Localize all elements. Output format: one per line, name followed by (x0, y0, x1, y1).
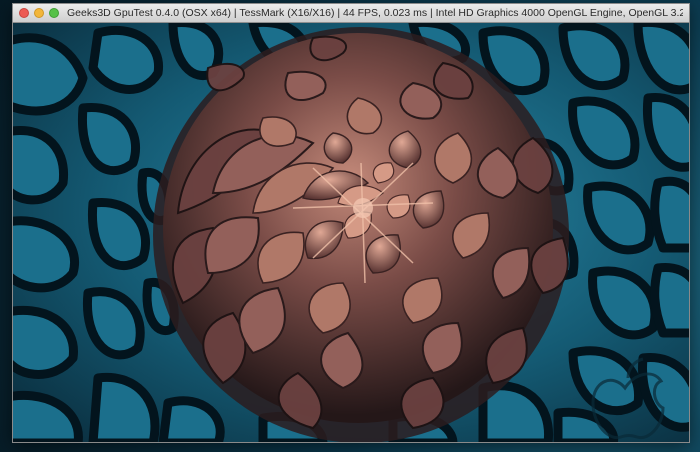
gputest-window[interactable]: Geeks3D GpuTest 0.4.0 (OSX x64) | TessMa… (12, 3, 690, 443)
desktop: Geeks3D GpuTest 0.4.0 (OSX x64) | TessMa… (0, 0, 700, 452)
minimize-icon[interactable] (34, 8, 44, 18)
tessellated-flower (153, 27, 569, 442)
zoom-icon[interactable] (49, 8, 59, 18)
render-viewport[interactable] (13, 23, 689, 442)
window-titlebar[interactable]: Geeks3D GpuTest 0.4.0 (OSX x64) | TessMa… (13, 4, 689, 23)
close-icon[interactable] (19, 8, 29, 18)
window-controls (19, 8, 59, 18)
tessmark-scene (13, 23, 689, 442)
window-title: Geeks3D GpuTest 0.4.0 (OSX x64) | TessMa… (67, 7, 683, 19)
